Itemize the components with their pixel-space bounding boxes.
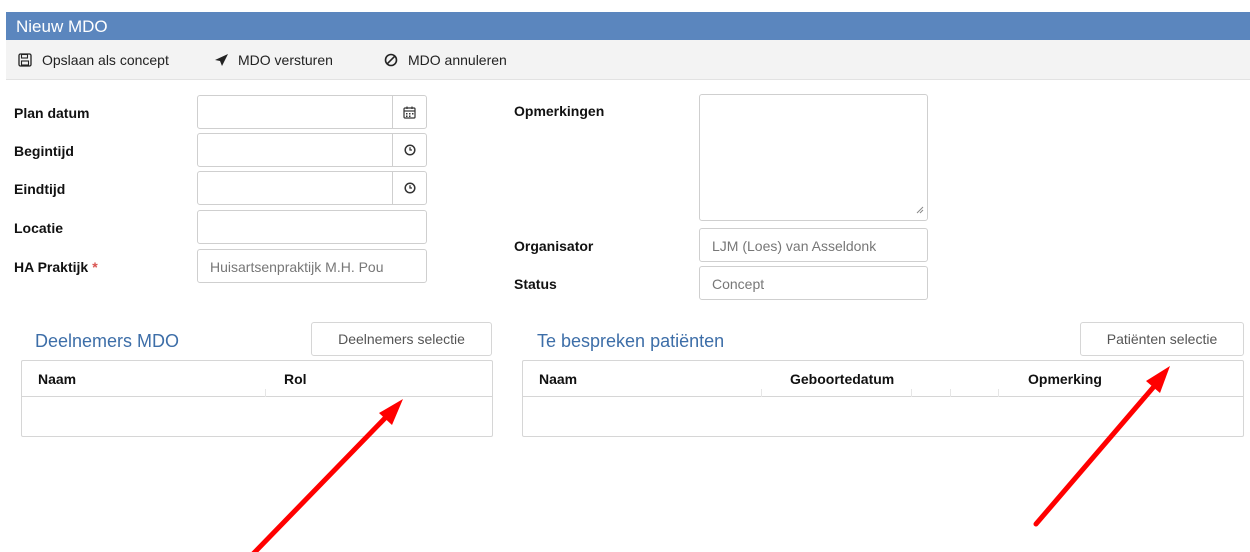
annotation-arrows: [251, 366, 1170, 552]
annotation-arrow-right: [1033, 366, 1170, 527]
annotation-arrow-left: [251, 399, 403, 552]
